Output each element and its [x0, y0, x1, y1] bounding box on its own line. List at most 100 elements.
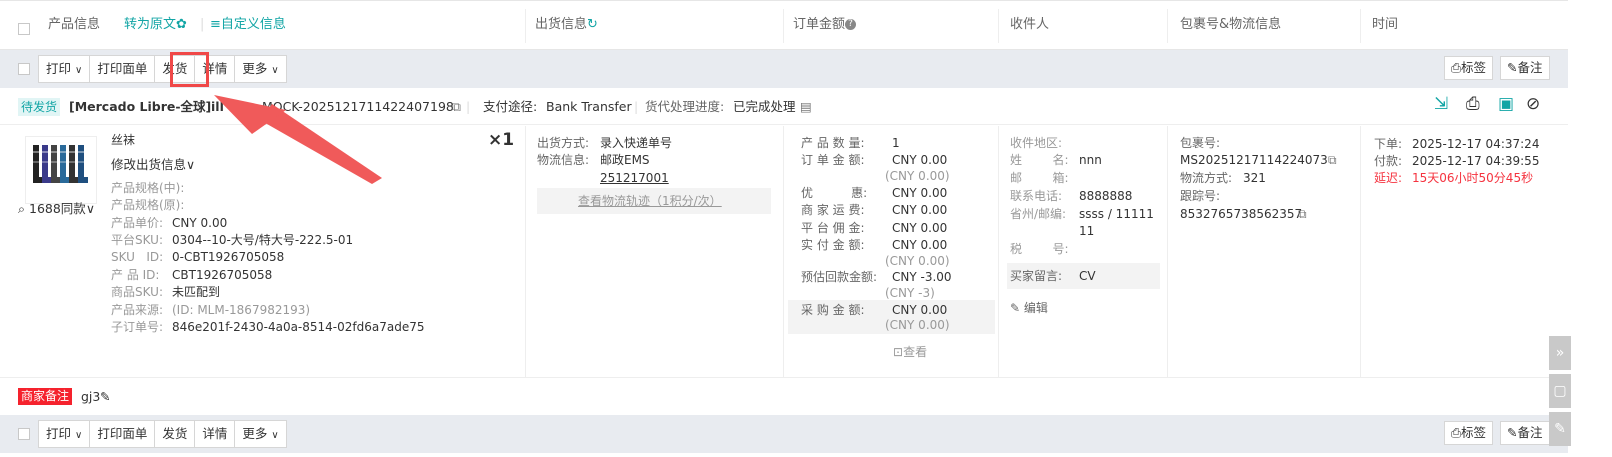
- col-recipient: 收件人: [1010, 17, 1050, 32]
- merchant-note-badge: 商家备注: [18, 388, 73, 405]
- custom-info-link[interactable]: ≡自定义信息: [210, 1, 286, 49]
- print-dropdown-button[interactable]: 打印 ∨: [39, 421, 91, 447]
- est: CNY -3.00: [892, 270, 952, 284]
- print-dropdown-button[interactable]: 打印 ∨: [39, 56, 91, 82]
- tracking-link[interactable]: 251217001: [600, 170, 669, 187]
- side-panel-icon[interactable]: ▢: [1549, 374, 1571, 408]
- remark-button[interactable]: ✎备注: [1500, 421, 1550, 445]
- check-circle-icon[interactable]: ⊘: [1526, 95, 1540, 113]
- merchant-note-row: 商家备注 gj3 ✎: [0, 379, 1568, 415]
- sku-id-label: SKU ID:: [111, 250, 164, 264]
- pencil-icon: ✎: [1010, 301, 1021, 315]
- product-id-label: 产 品 ID:: [111, 268, 160, 282]
- edit-label: 编辑: [1023, 301, 1048, 315]
- view-icon: ⊡: [893, 345, 904, 359]
- ship-button-highlight: [170, 52, 209, 87]
- state-label: 省州/邮编:: [1010, 207, 1067, 221]
- view-amount-link[interactable]: ⊡查看: [893, 344, 927, 361]
- order-checkbox[interactable]: [18, 428, 30, 440]
- header-divider: [1167, 9, 1168, 43]
- col-time: 时间: [1372, 17, 1399, 32]
- tag-icon: ⎙: [1451, 425, 1462, 440]
- header-divider: [1360, 9, 1361, 43]
- order-amt-sub: (CNY 0.00): [885, 169, 950, 183]
- platform-sku-label: 平台SKU:: [111, 233, 163, 247]
- unit-price-label: 产品单价:: [111, 216, 164, 230]
- expand-side-icon[interactable]: »: [1549, 336, 1571, 370]
- col-order-amount: 订单金额?: [793, 1, 857, 49]
- product-name: 丝袜: [111, 133, 136, 147]
- order-detail-row: ⌕ 1688同款∨ 丝袜 ×1 修改出货信息∨ 产品规格(中): 产品规格(原)…: [0, 126, 1568, 378]
- print-label-button[interactable]: 打印面单: [90, 421, 156, 447]
- merchant-note-value: gj3: [81, 389, 101, 404]
- more-dropdown-button[interactable]: 更多 ∨: [235, 56, 286, 82]
- convert-original-label: 转为原文: [124, 17, 177, 32]
- sub-order-label: 子订单号:: [111, 320, 164, 334]
- printer-icon[interactable]: ⎙: [1466, 95, 1480, 113]
- name-label: 姓 名:: [1010, 153, 1069, 167]
- platform-sku: 0304--10-大号/特大号-222.5-01: [172, 233, 354, 247]
- convert-original-link[interactable]: 转为原文✿: [124, 1, 187, 49]
- delay-label: 延迟:: [1374, 171, 1403, 185]
- col-product-info: 产品信息: [48, 17, 101, 32]
- pencil-icon: ✎: [1507, 425, 1518, 440]
- pay-time: 2025-12-17 04:39:55: [1412, 154, 1540, 168]
- order-toolbar: 打印 ∨ 打印面单 发货 详情 更多 ∨ ⎙标签 ✎备注: [0, 50, 1568, 88]
- list-icon: ≡: [210, 17, 221, 32]
- remark-button[interactable]: ✎备注: [1500, 56, 1550, 80]
- more-label: 更多: [242, 61, 268, 76]
- clipboard-icon[interactable]: ▣: [1498, 95, 1514, 113]
- tag-label: 标签: [1461, 60, 1487, 75]
- remark-label: 备注: [1517, 425, 1543, 440]
- progress-label: 货代处理进度:: [645, 99, 725, 114]
- discount: CNY 0.00: [892, 186, 948, 200]
- platform-suffix: ill: [211, 99, 224, 114]
- recipient-name: nnn: [1079, 153, 1102, 167]
- copy-icon[interactable]: ⧉: [1328, 152, 1337, 169]
- chevron-down-icon: ∨: [75, 65, 83, 76]
- ship-method-label: 出货方式:: [537, 136, 590, 150]
- track-number: 8532765738562357: [1180, 207, 1303, 221]
- col-ship-info: 出货信息↻: [535, 1, 598, 49]
- select-all-checkbox[interactable]: [18, 23, 30, 35]
- header-separator: |: [200, 17, 205, 32]
- pkg-number: MS20251217114224073: [1180, 153, 1328, 167]
- view-track-link[interactable]: 查看物流轨迹（1积分/次）: [578, 193, 722, 210]
- help-icon[interactable]: ?: [845, 19, 857, 30]
- logistics-label: 物流信息:: [537, 153, 590, 167]
- copy-icon[interactable]: ⧉: [1298, 206, 1307, 223]
- same-style-label: 1688同款: [29, 201, 86, 216]
- order-checkbox[interactable]: [18, 63, 30, 75]
- separator: |: [634, 99, 639, 114]
- chevron-down-icon: ∨: [271, 65, 279, 76]
- tag-button[interactable]: ⎙标签: [1444, 421, 1494, 445]
- ship-button[interactable]: 发货: [155, 421, 196, 447]
- edit-ship-info-link[interactable]: 修改出货信息∨: [111, 156, 195, 173]
- more-dropdown-button[interactable]: 更多 ∨: [235, 421, 286, 447]
- header-divider: [998, 9, 999, 43]
- same-style-link[interactable]: ⌕ 1688同款∨: [18, 200, 95, 217]
- order-toolbar-2: 打印 ∨ 打印面单 发货 详情 更多 ∨ ⎙标签 ✎备注: [0, 415, 1568, 453]
- tag-button[interactable]: ⎙标签: [1444, 56, 1494, 80]
- detail-button[interactable]: 详情: [195, 421, 236, 447]
- order-time: 2025-12-17 04:37:24: [1412, 137, 1540, 151]
- header-divider: [525, 9, 526, 43]
- col-divider: [1360, 126, 1361, 378]
- edit-note-icon[interactable]: ✎: [100, 388, 110, 405]
- state: ssss / 11111: [1079, 207, 1154, 221]
- copy-icon[interactable]: ⧉: [452, 98, 461, 116]
- commission: CNY 0.00: [892, 221, 948, 235]
- doc-icon[interactable]: ▤: [800, 98, 812, 116]
- export-icon[interactable]: ⇲: [1434, 95, 1448, 113]
- print-label-button[interactable]: 打印面单: [90, 56, 156, 82]
- shipping-fee-label: 商 家 运 费:: [801, 203, 865, 217]
- carrier: 邮政EMS: [600, 153, 650, 167]
- side-edit-icon[interactable]: ✎: [1549, 412, 1571, 446]
- edit-ship-label: 修改出货信息: [111, 157, 187, 172]
- col-divider: [1167, 126, 1168, 378]
- product-image[interactable]: [25, 136, 97, 204]
- remark-label: 备注: [1517, 60, 1543, 75]
- refresh-icon[interactable]: ↻: [587, 17, 598, 32]
- paid-label: 实 付 金 额:: [801, 238, 865, 252]
- edit-recipient-link[interactable]: ✎ 编辑: [1010, 300, 1048, 317]
